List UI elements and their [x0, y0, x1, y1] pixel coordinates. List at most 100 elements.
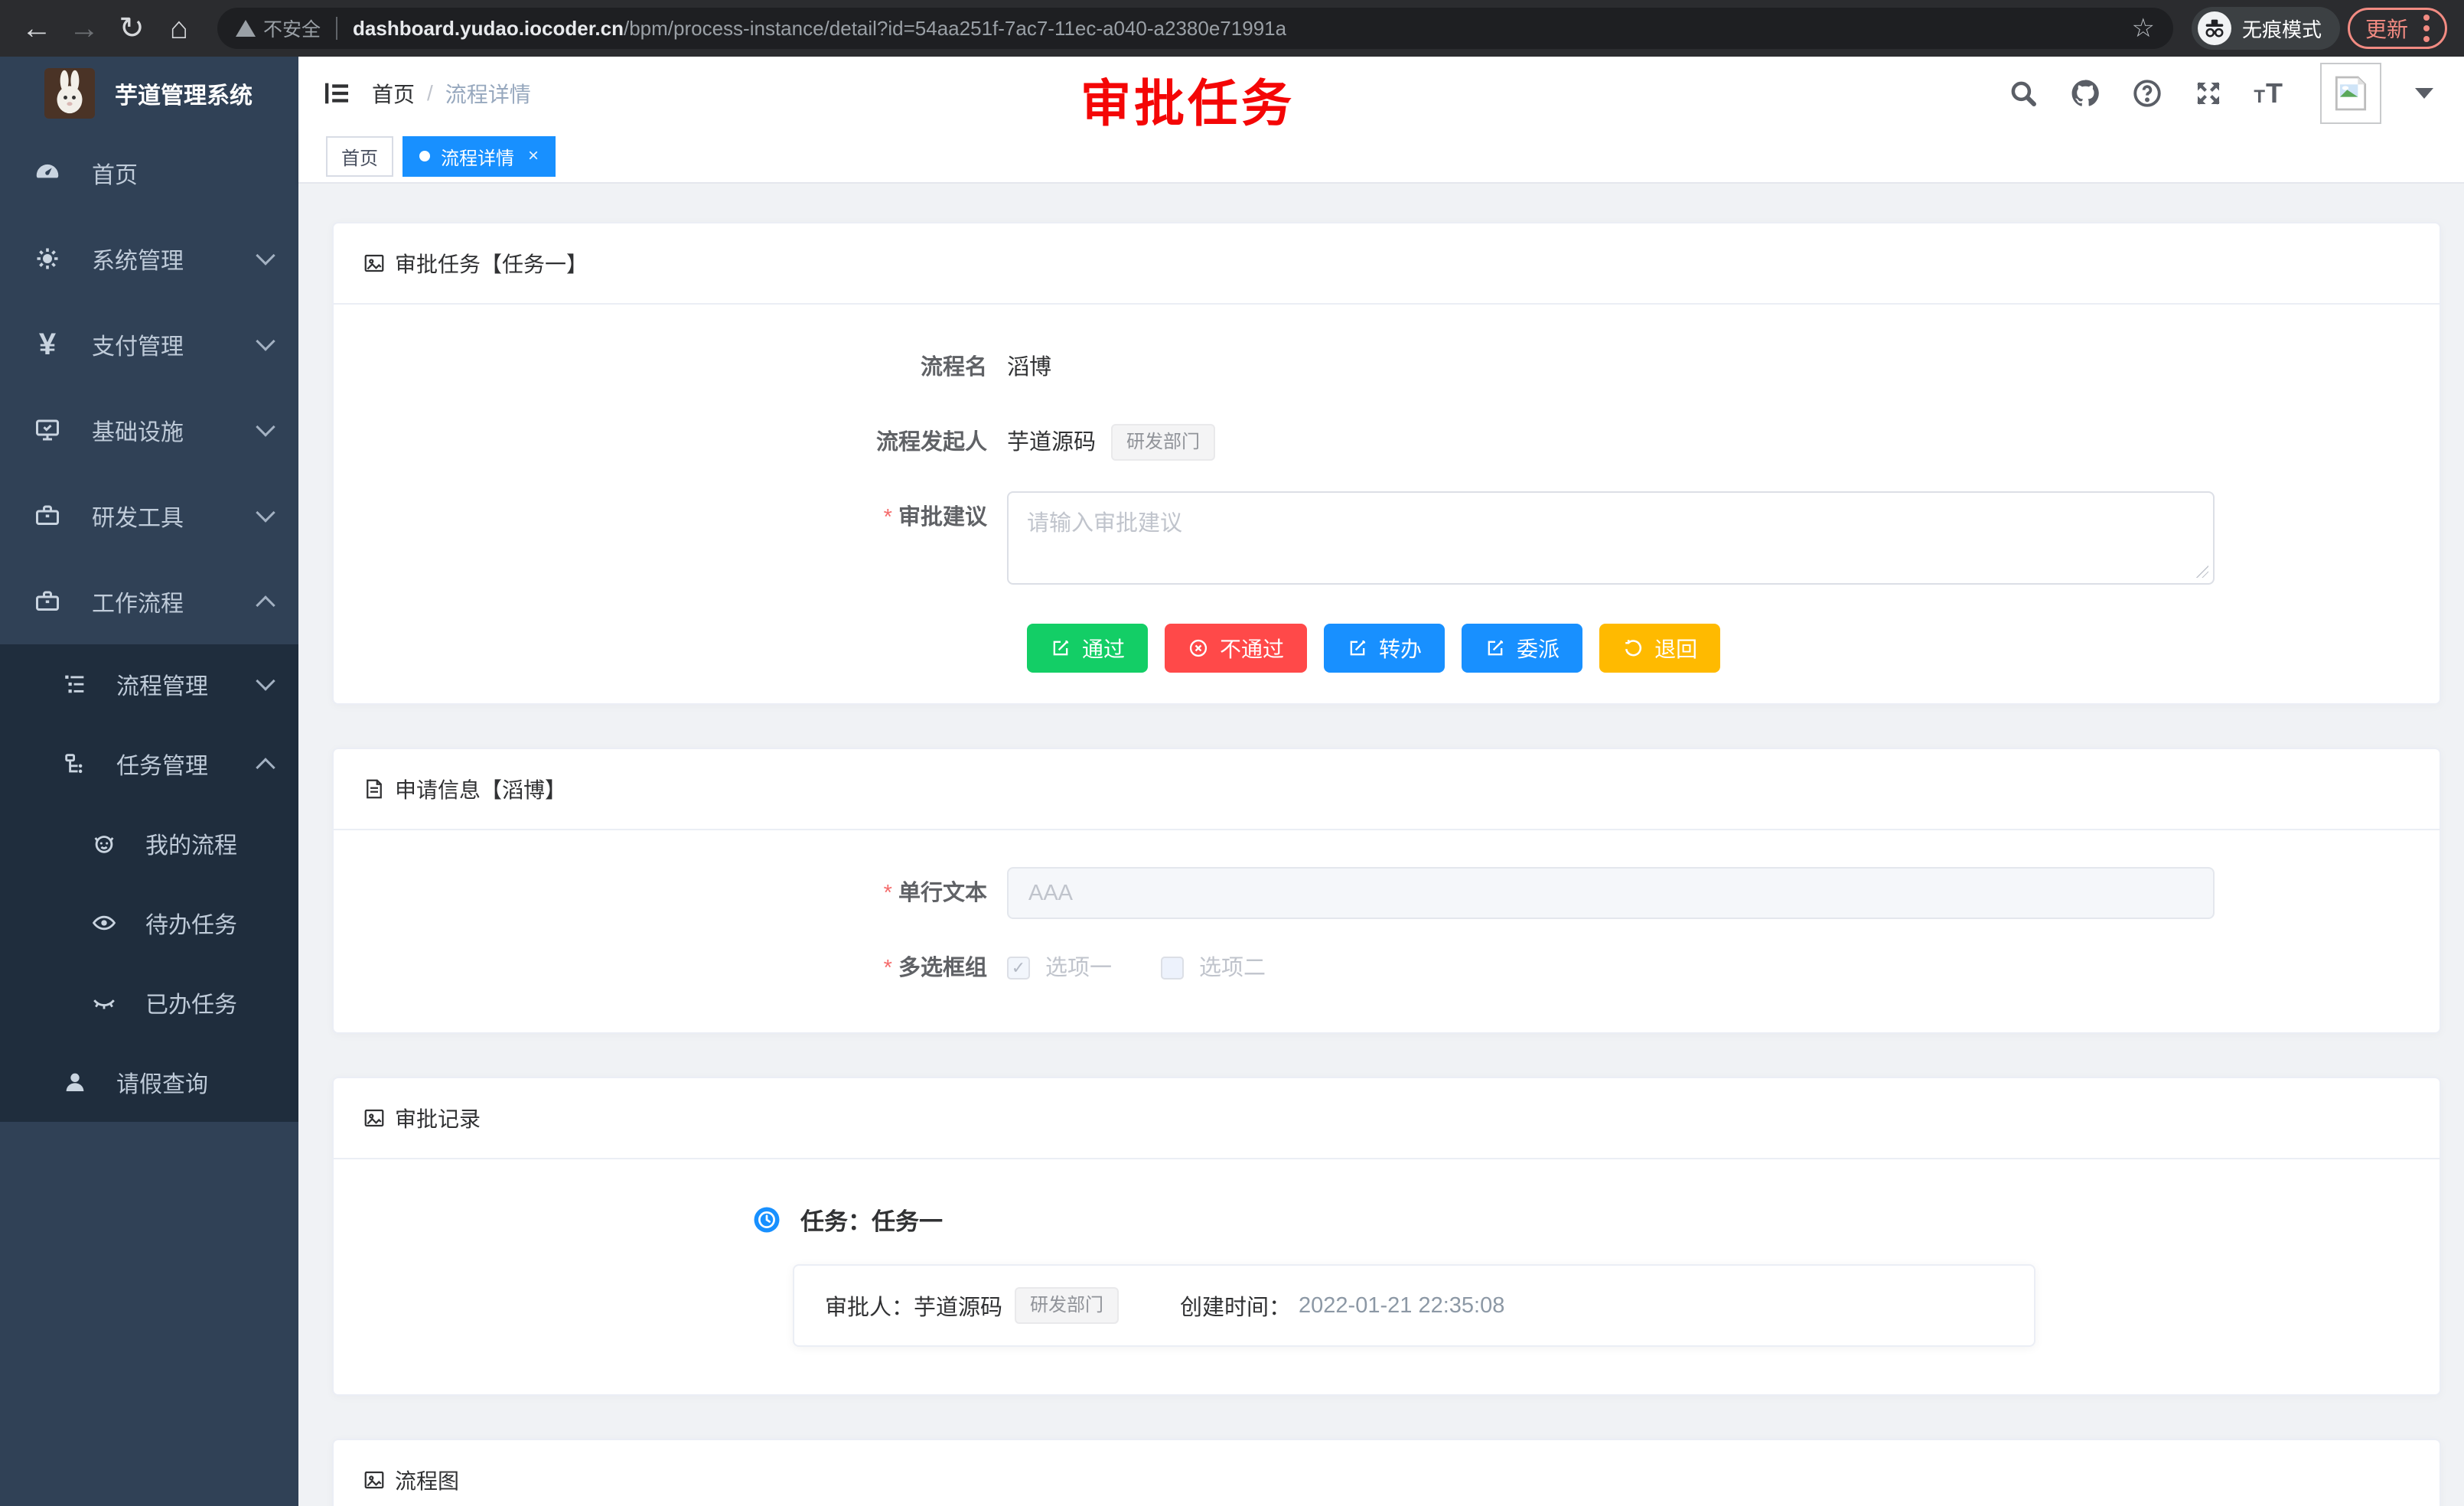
- return-button[interactable]: 退回: [1599, 624, 1720, 673]
- picture-icon: [363, 1107, 386, 1130]
- browser-update-button[interactable]: 更新: [2348, 8, 2447, 49]
- incognito-badge: 无痕模式: [2192, 7, 2340, 50]
- tab-home[interactable]: 首页: [326, 136, 393, 177]
- browser-menu-icon[interactable]: [2423, 15, 2430, 42]
- tab-process-detail[interactable]: 流程详情 ×: [403, 136, 556, 177]
- sidebar-item-label: 流程管理: [116, 667, 208, 701]
- sidebar-item-devtools[interactable]: 研发工具: [0, 473, 298, 559]
- sidebar-logo-row[interactable]: 芋道管理系统: [0, 57, 298, 130]
- field-label-required: 单行文本: [334, 867, 1007, 919]
- close-icon[interactable]: ×: [528, 145, 539, 167]
- forward-button[interactable]: →: [64, 8, 104, 48]
- initiator-name: 芋道源码: [1007, 416, 1096, 468]
- address-bar[interactable]: 不安全 dashboard.yudao.iocoder.cn/bpm/proce…: [217, 8, 2173, 49]
- checkbox-checked-icon: ✓: [1007, 957, 1030, 980]
- field-label: 流程名: [334, 341, 1007, 393]
- card-title: 流程图: [395, 1465, 459, 1495]
- approver-name: 芋道源码: [914, 1289, 1002, 1322]
- help-icon[interactable]: [2131, 77, 2163, 109]
- sidebar-item-label: 系统管理: [92, 242, 259, 275]
- github-icon[interactable]: [2068, 77, 2102, 110]
- sidebar-item-pay[interactable]: ¥ 支付管理: [0, 302, 298, 387]
- app-logo: [44, 68, 95, 119]
- dashboard-icon: [32, 158, 63, 187]
- clock-icon: [753, 1206, 781, 1234]
- sidebar-item-my-process[interactable]: 我的流程: [0, 804, 298, 883]
- font-size-icon[interactable]: TT: [2254, 77, 2283, 109]
- created-label: 创建时间：: [1180, 1289, 1291, 1322]
- user-icon: [60, 1069, 90, 1095]
- breadcrumb: 首页 / 流程详情: [372, 78, 531, 109]
- url-host: dashboard.yudao.iocoder.cn: [353, 17, 624, 40]
- card-header: 申请信息【滔博】: [334, 749, 2440, 830]
- face-icon: [89, 830, 119, 856]
- back-button[interactable]: ←: [17, 8, 57, 48]
- browser-toolbar: ← → ↻ ⌂ 不安全 dashboard.yudao.iocoder.cn/b…: [0, 0, 2464, 57]
- sidebar-item-infra[interactable]: 基础设施: [0, 387, 298, 473]
- chevron-down-icon: [256, 503, 275, 522]
- avatar[interactable]: [2320, 63, 2381, 124]
- checkbox-unchecked-icon: [1161, 957, 1184, 980]
- record-box: 审批人： 芋道源码 研发部门 创建时间： 2022-01-21 22:35:08: [793, 1264, 2035, 1347]
- search-icon[interactable]: [2007, 77, 2039, 109]
- sidebar-item-home[interactable]: 首页: [0, 130, 298, 216]
- sidebar-item-done-tasks[interactable]: 已办任务: [0, 963, 298, 1042]
- home-button[interactable]: ⌂: [159, 8, 199, 48]
- org-node-icon: [60, 751, 90, 777]
- security-indicator[interactable]: 不安全: [236, 15, 321, 42]
- reload-button[interactable]: ↻: [112, 8, 152, 48]
- approve-button[interactable]: 通过: [1027, 624, 1148, 673]
- transfer-button[interactable]: 转办: [1324, 624, 1445, 673]
- sidebar-item-todo-tasks[interactable]: 待办任务: [0, 883, 298, 963]
- opinion-textarea[interactable]: [1007, 491, 2215, 585]
- update-label: 更新: [2365, 13, 2408, 44]
- chevron-up-icon: [256, 595, 275, 614]
- bookmark-star-icon[interactable]: ☆: [2131, 13, 2154, 44]
- field-label: 流程发起人: [334, 416, 1007, 468]
- application-info-card: 申请信息【滔博】 单行文本 多选框组 ✓ 选项一: [332, 748, 2441, 1034]
- created-time: 2022-01-21 22:35:08: [1299, 1293, 1504, 1319]
- sidebar-item-label: 基础设施: [92, 413, 259, 447]
- sidebar-toggle-icon[interactable]: [318, 75, 355, 112]
- warning-icon: [236, 20, 256, 37]
- eye-closed-icon: [89, 989, 119, 1015]
- card-header: 流程图: [334, 1440, 2440, 1506]
- process-name-value: 滔博: [1007, 341, 1051, 393]
- checkbox-option-1: ✓ 选项一: [1007, 942, 1112, 994]
- sidebar-item-label: 我的流程: [145, 826, 237, 860]
- page-annotation: 审批任务: [1080, 63, 1295, 136]
- sidebar-item-leave-query[interactable]: 请假查询: [0, 1042, 298, 1122]
- tab-label: 首页: [341, 143, 378, 170]
- picture-icon: [363, 1469, 386, 1491]
- sidebar-item-process-mgmt[interactable]: 流程管理: [0, 644, 298, 724]
- breadcrumb-home[interactable]: 首页: [372, 78, 415, 109]
- sidebar-item-label: 已办任务: [145, 986, 237, 1019]
- breadcrumb-separator: /: [427, 81, 433, 106]
- breadcrumb-current: 流程详情: [445, 78, 531, 109]
- chevron-down-icon: [256, 671, 275, 690]
- gear-icon: [32, 245, 63, 272]
- task-title: 任务：任务一: [800, 1202, 943, 1237]
- picture-icon: [363, 252, 386, 275]
- dept-tag: 研发部门: [1111, 424, 1215, 461]
- checkbox-label: 选项一: [1045, 942, 1112, 994]
- sidebar-item-label: 待办任务: [145, 906, 237, 940]
- avatar-caret-icon[interactable]: [2415, 88, 2433, 99]
- toolbox-icon: [32, 502, 63, 530]
- dept-tag: 研发部门: [1015, 1287, 1119, 1324]
- sidebar-item-workflow[interactable]: 工作流程: [0, 559, 298, 644]
- app-title: 芋道管理系统: [115, 77, 253, 110]
- sidebar-item-label: 请假查询: [116, 1065, 208, 1099]
- sidebar-item-task-mgmt[interactable]: 任务管理: [0, 724, 298, 804]
- fullscreen-icon[interactable]: [2192, 77, 2224, 109]
- card-title: 审批任务【任务一】: [395, 248, 588, 279]
- suitcase-icon: [32, 588, 63, 615]
- button-label: 不通过: [1220, 633, 1284, 663]
- delegate-button[interactable]: 委派: [1462, 624, 1582, 673]
- sidebar: 芋道管理系统 首页 系统管理 ¥ 支付管理 基础设施: [0, 57, 298, 1506]
- eye-open-icon: [89, 910, 119, 936]
- chevron-down-icon: [256, 331, 275, 350]
- checkbox-label: 选项二: [1199, 942, 1266, 994]
- reject-button[interactable]: 不通过: [1165, 624, 1307, 673]
- sidebar-item-system[interactable]: 系统管理: [0, 216, 298, 302]
